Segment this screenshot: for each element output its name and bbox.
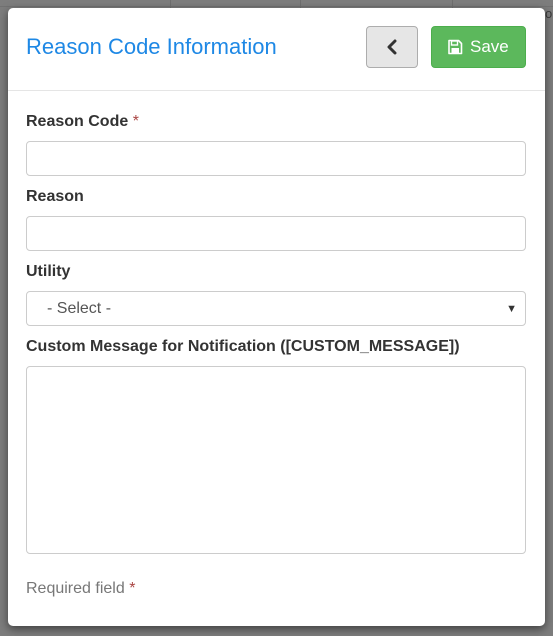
utility-label: Utility [26,263,71,280]
required-field-text: Required field [26,580,125,597]
chevron-left-icon [387,39,397,55]
required-field-note: Required field * [26,579,135,599]
reason-code-label: Reason Code * [26,112,139,132]
caret-down-icon: ▼ [506,303,517,315]
save-button[interactable]: Save [431,26,526,68]
save-button-label: Save [470,37,509,56]
utility-select[interactable]: - Select - ▼ [26,291,526,326]
reason-input[interactable] [26,216,526,251]
required-star: * [132,113,139,130]
reason-label: Reason [26,188,84,205]
modal-title: Reason Code Information [26,34,277,59]
background-text: o [545,6,553,21]
custom-message-label: Custom Message for Notification ([CUSTOM… [26,338,460,355]
reason-code-input[interactable] [26,141,526,176]
background-divider [0,6,553,7]
reason-code-label-text: Reason Code [26,113,129,130]
utility-select-value: - Select - [47,300,112,317]
custom-message-textarea[interactable] [26,366,526,554]
back-button[interactable] [366,26,418,68]
required-star: * [129,580,136,597]
modal-header: Reason Code Information Save [8,8,545,91]
floppy-disk-icon [448,39,463,55]
reason-code-modal: Reason Code Information Save Reason Code… [8,8,545,626]
